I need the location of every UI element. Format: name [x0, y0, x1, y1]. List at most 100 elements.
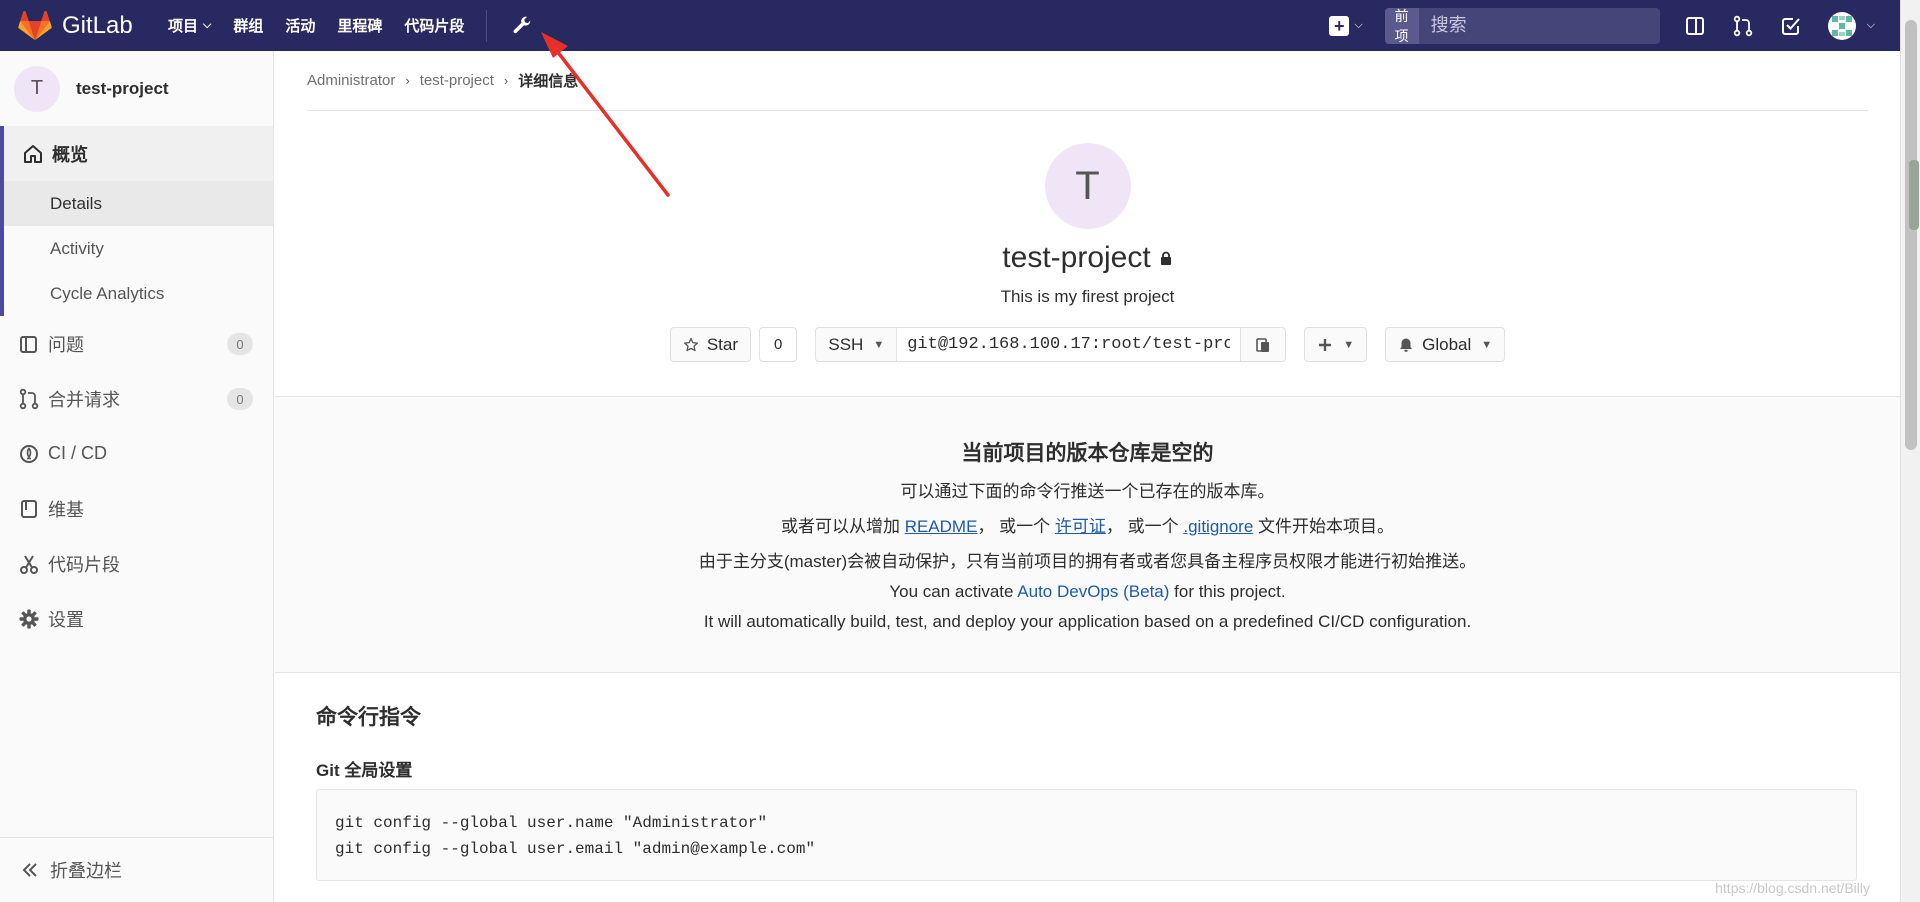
sidebar-item-label: 维基: [48, 499, 84, 520]
empty-repo-line-1: 可以通过下面的命令行推送一个已存在的版本库。: [900, 482, 1275, 501]
cli-instructions-title: 命令行指令: [316, 706, 421, 729]
nav-projects[interactable]: 项目 ⌵: [168, 15, 211, 36]
nav-milestones-label: 里程碑: [337, 18, 383, 35]
new-menu-button[interactable]: + ⌵: [1329, 15, 1363, 36]
search-scope-badge[interactable]: 当前项目: [1384, 7, 1419, 44]
notification-dropdown[interactable]: Global ▼: [1385, 327, 1506, 362]
collapse-sidebar-button[interactable]: 折叠边栏: [0, 837, 273, 902]
plus-icon: [1319, 338, 1332, 351]
star-count[interactable]: 0: [759, 327, 798, 362]
empty-repo-text: for this project.: [1174, 582, 1286, 601]
add-dropdown-button[interactable]: ▼: [1304, 327, 1368, 362]
project-avatar: T: [14, 65, 60, 112]
sidebar-item-snippets[interactable]: 代码片段: [0, 536, 273, 591]
merge-request-icon: [19, 388, 39, 409]
search-box: 当前项目: [1384, 7, 1660, 44]
nav-divider: [486, 9, 488, 42]
sidebar-item-wiki[interactable]: 维基: [0, 481, 273, 536]
search-input[interactable]: [1418, 15, 1660, 36]
book-icon: [21, 499, 37, 518]
star-icon: [683, 337, 698, 351]
main-content: Administrator › test-project › 详细信息 T te…: [275, 51, 1900, 902]
sidebar-subitem-details[interactable]: Details: [4, 181, 273, 226]
lock-icon: [1160, 251, 1171, 265]
page-scrollbar[interactable]: [1900, 0, 1920, 902]
empty-repo-title: 当前项目的版本仓库是空的: [961, 442, 1214, 465]
nav-activity[interactable]: 活动: [285, 15, 315, 36]
nav-groups[interactable]: 群组: [233, 15, 263, 36]
user-avatar[interactable]: [1827, 11, 1856, 40]
sidebar-item-merge-requests[interactable]: 合并请求 0: [0, 371, 273, 426]
star-button[interactable]: Star: [669, 327, 752, 362]
empty-repo-line-2: 或者可以从增加 README， 或一个 许可证， 或一个 .gitignore …: [275, 512, 1900, 537]
plus-icon: +: [1329, 15, 1350, 36]
sidebar-section-overview: 概览 Details Activity Cycle Analytics: [0, 126, 273, 316]
auto-devops-link[interactable]: Auto DevOps (Beta): [1017, 582, 1169, 601]
nav-projects-label: 项目: [168, 18, 199, 35]
readme-link[interactable]: README: [905, 517, 978, 536]
empty-repo-text: ， 或一个: [1105, 517, 1179, 536]
scrollbar-marker: [1909, 160, 1919, 230]
gitlab-home-link[interactable]: GitLab: [18, 10, 168, 41]
collapse-sidebar-label: 折叠边栏: [50, 861, 122, 881]
sidebar-item-settings[interactable]: 设置: [0, 591, 273, 646]
issues-icon: [20, 335, 37, 353]
clipboard-icon: [1256, 337, 1270, 352]
sidebar-item-label: CI / CD: [48, 443, 108, 463]
nav-snippets[interactable]: 代码片段: [404, 15, 464, 36]
gitignore-link[interactable]: .gitignore: [1183, 517, 1253, 536]
project-description: This is my firest project: [1000, 287, 1175, 306]
wrench-icon[interactable]: [511, 15, 533, 37]
breadcrumb: Administrator › test-project › 详细信息: [307, 70, 578, 91]
star-label: Star: [706, 334, 739, 354]
nav-snippets-label: 代码片段: [404, 18, 465, 35]
nav-groups-label: 群组: [233, 18, 264, 35]
nav-right: + ⌵ 当前项目: [1329, 0, 1875, 51]
breadcrumb-current[interactable]: 详细信息: [518, 70, 578, 91]
project-avatar-large: T: [1044, 143, 1131, 229]
scrollbar-thumb[interactable]: [1905, 20, 1917, 450]
sidebar-subitem-activity[interactable]: Activity: [4, 226, 273, 271]
double-chevron-left-icon: [22, 863, 37, 877]
sidebar-project-name: test-project: [76, 78, 169, 98]
copy-url-button[interactable]: [1241, 327, 1287, 362]
empty-repo-line-4: You can activate Auto DevOps (Beta) for …: [275, 582, 1900, 602]
license-link[interactable]: 许可证: [1055, 517, 1106, 536]
nav-activity-label: 活动: [285, 18, 316, 35]
bell-icon: [1400, 338, 1413, 352]
sidebar-project-header[interactable]: T test-project: [0, 51, 273, 126]
todo-check-icon[interactable]: [1780, 15, 1802, 37]
empty-repo-text: 文件开始本项目。: [1258, 517, 1395, 536]
gitlab-logo-icon: [18, 10, 52, 40]
identicon-icon: [1831, 15, 1852, 36]
project-title-row: test-project: [275, 241, 1900, 275]
gear-icon: [19, 609, 39, 628]
project-actions: Star 0 SSH ▼ ▼: [275, 327, 1900, 362]
sidebar-icon[interactable]: [1684, 15, 1706, 37]
nav-milestones[interactable]: 里程碑: [337, 15, 382, 36]
git-config-code-block[interactable]: git config --global user.name "Administr…: [316, 789, 1857, 881]
sidebar-item-overview[interactable]: 概览: [4, 126, 273, 181]
chevron-right-icon: ›: [405, 73, 410, 88]
empty-repo-text: 或者可以从增加: [780, 517, 900, 536]
project-sidebar: T test-project 概览 Details Activity Cycle…: [0, 51, 274, 902]
main-nav: 项目 ⌵ 群组 活动 里程碑 代码片段: [168, 9, 533, 42]
breadcrumb-project[interactable]: test-project: [420, 72, 494, 89]
project-title: test-project: [1002, 241, 1151, 274]
merge-request-icon[interactable]: [1732, 15, 1754, 37]
rocket-icon: [20, 444, 38, 463]
clone-protocol-dropdown[interactable]: SSH ▼: [815, 327, 898, 362]
sidebar-item-issues[interactable]: 问题 0: [0, 316, 273, 371]
home-icon: [24, 144, 42, 163]
clone-url-input[interactable]: [897, 327, 1242, 362]
chevron-down-icon[interactable]: ⌵: [1867, 19, 1875, 32]
chevron-down-icon: ⌵: [203, 19, 212, 31]
caret-down-icon: ▼: [873, 338, 885, 351]
scissors-icon: [20, 554, 38, 574]
git-global-setup-title: Git 全局设置: [316, 761, 413, 780]
chevron-right-icon: ›: [503, 73, 509, 88]
sidebar-item-ci-cd[interactable]: CI / CD: [0, 426, 273, 481]
breadcrumb-admin[interactable]: Administrator: [307, 72, 395, 89]
sidebar-subitem-cycle-analytics[interactable]: Cycle Analytics: [4, 271, 273, 316]
sidebar-item-label: 代码片段: [48, 554, 120, 575]
